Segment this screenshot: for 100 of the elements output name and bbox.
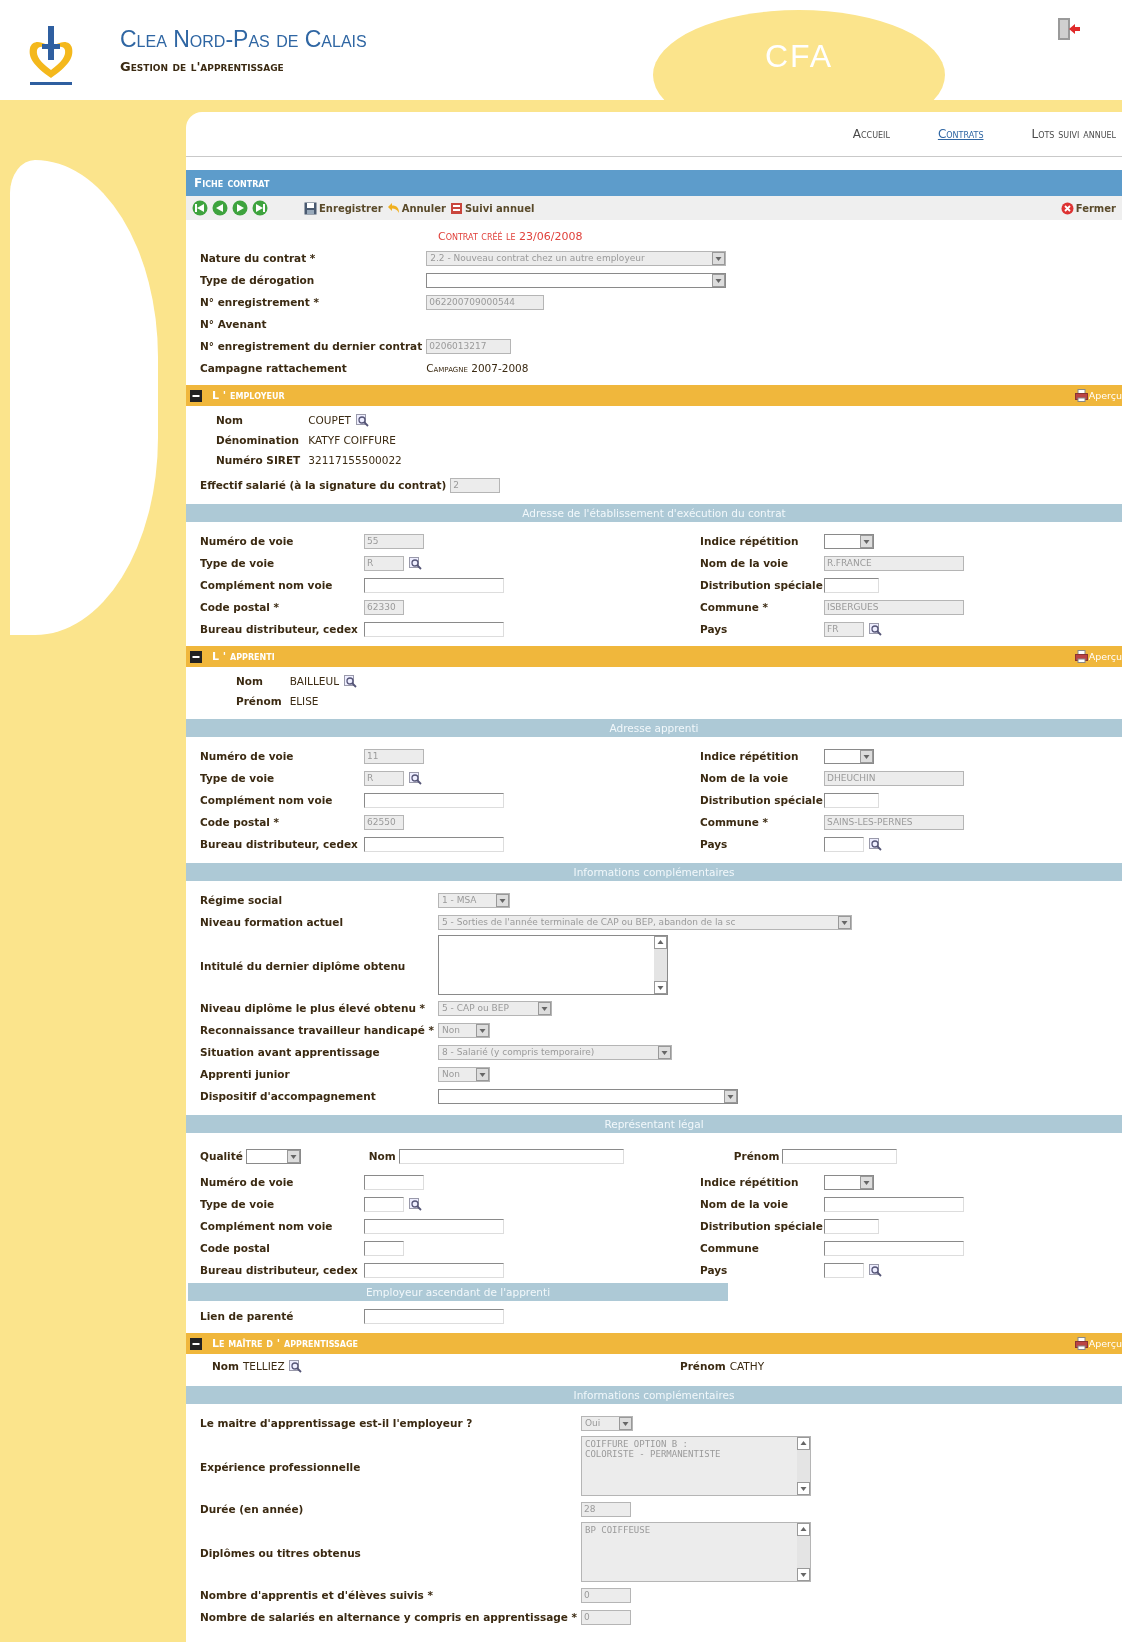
close-button[interactable]: Fermer xyxy=(1060,201,1116,215)
field-label: Type de voie xyxy=(200,772,275,784)
field-label: Distribution spéciale xyxy=(700,794,823,806)
dropdown[interactable] xyxy=(438,1088,739,1104)
caret-icon xyxy=(619,1416,633,1430)
input-field[interactable] xyxy=(364,836,504,852)
subsection-header: Informations complémentaires xyxy=(186,863,1122,881)
dropdown[interactable] xyxy=(824,533,874,549)
field-label: Durée (en année) xyxy=(200,1503,304,1515)
field-label: Numéro de voie xyxy=(200,535,294,547)
search-icon[interactable] xyxy=(288,1359,302,1373)
input-field[interactable] xyxy=(364,1174,424,1190)
dropdown[interactable] xyxy=(824,748,874,764)
printer-icon xyxy=(1074,650,1088,663)
input-field[interactable] xyxy=(824,1218,879,1234)
dropdown[interactable] xyxy=(824,1174,874,1190)
field-label: Le maitre d'apprentissage est-il l'employeur ? xyxy=(200,1417,473,1429)
field-value: KATYF COIFFURE xyxy=(308,434,396,446)
field-label: Régime social xyxy=(200,894,282,906)
field-label: Intitulé du dernier diplôme obtenu xyxy=(200,960,406,974)
search-icon[interactable] xyxy=(355,413,369,427)
input-field[interactable] xyxy=(364,577,504,593)
input-field[interactable] xyxy=(364,1262,504,1278)
input-field[interactable] xyxy=(782,1148,898,1164)
skip-forward-icon[interactable] xyxy=(252,200,268,216)
field-value: CATHY xyxy=(729,1360,765,1372)
field-value: Campagne 2007-2008 xyxy=(426,362,529,374)
printer-icon xyxy=(1074,1337,1088,1350)
skip-back-icon[interactable] xyxy=(192,200,208,216)
nav-link[interactable]: Contrats xyxy=(937,127,984,141)
caret-icon xyxy=(476,1067,490,1081)
search-icon[interactable] xyxy=(409,1197,422,1211)
input-field[interactable] xyxy=(824,1262,864,1278)
input-field[interactable] xyxy=(398,1148,624,1164)
caret-icon xyxy=(724,1089,738,1103)
field-label: Bureau distributeur, cedex xyxy=(200,838,358,850)
caret-icon xyxy=(712,273,726,287)
input-field[interactable] xyxy=(364,1218,504,1234)
caret-icon xyxy=(860,534,873,548)
back-icon[interactable] xyxy=(212,200,228,216)
undo-arrow-icon xyxy=(386,201,400,215)
preview-button[interactable]: Aperçu xyxy=(1074,1337,1122,1350)
input-field[interactable] xyxy=(364,1196,404,1212)
field-label: Type de voie xyxy=(200,557,275,569)
search-icon[interactable] xyxy=(869,1263,882,1277)
field-label: Distribution spéciale xyxy=(700,1220,823,1232)
toolbar-button[interactable]: Enregistrer xyxy=(304,201,383,215)
field-label: Indice répétition xyxy=(700,1176,799,1188)
nav-link[interactable]: Lots suivi annuel xyxy=(1031,127,1116,141)
input-field[interactable] xyxy=(364,1308,504,1324)
field-label: Nombre de salariés en alternance y compris en apprentissage * xyxy=(200,1611,578,1623)
scrollbar[interactable] xyxy=(654,936,668,994)
field-label: Numéro SIRET xyxy=(216,454,301,466)
field-label: Pays xyxy=(700,623,728,635)
field-value: ELISE xyxy=(289,695,319,707)
caret-icon xyxy=(712,251,726,265)
input-field[interactable] xyxy=(824,577,879,593)
input-field[interactable] xyxy=(364,621,504,637)
dropdown[interactable] xyxy=(426,272,727,288)
dropdown[interactable] xyxy=(245,1148,301,1164)
input-field[interactable] xyxy=(824,792,879,808)
toolbar-button[interactable]: Suivi annuel xyxy=(449,201,535,215)
section-title: Le maître d ' apprentissage xyxy=(212,1337,359,1350)
input-field[interactable] xyxy=(364,792,504,808)
field-label: Type de voie xyxy=(200,1198,275,1210)
input-field[interactable] xyxy=(824,836,864,852)
field-label: Apprenti junior xyxy=(200,1068,290,1080)
field-label: Nature du contrat * xyxy=(200,252,316,264)
subsection-header: Adresse de l'établissement d'exécution du contrat xyxy=(186,504,1122,522)
field-label: Commune * xyxy=(700,816,769,828)
field-label: Reconnaissance travailleur handicapé * xyxy=(200,1024,435,1036)
caret-icon xyxy=(286,1149,300,1163)
forward-icon[interactable] xyxy=(232,200,248,216)
field-label: Niveau formation actuel xyxy=(200,916,344,928)
caret-icon xyxy=(860,749,873,763)
minus-icon[interactable] xyxy=(190,650,202,663)
field-value: COUPET xyxy=(308,414,351,426)
field-value: TELLIEZ xyxy=(242,1360,285,1372)
input-field[interactable] xyxy=(824,1196,964,1212)
text-area[interactable] xyxy=(438,935,669,995)
preview-button[interactable]: Aperçu xyxy=(1074,389,1122,402)
field-label: Prénom xyxy=(733,1150,780,1162)
nav-link[interactable]: Accueil xyxy=(852,127,890,141)
field-label: Nom xyxy=(368,1150,396,1162)
field-label: Code postal * xyxy=(200,601,280,613)
creation-note: Contrat créé le 23/06/2008 xyxy=(438,230,584,243)
door-exit-icon[interactable] xyxy=(1055,16,1081,42)
minus-icon[interactable] xyxy=(190,1337,202,1350)
minus-icon[interactable] xyxy=(190,389,202,402)
input-field[interactable] xyxy=(364,1240,404,1256)
toolbar-button[interactable]: Annuler xyxy=(386,201,446,215)
close-icon xyxy=(1060,201,1074,215)
input-field[interactable] xyxy=(824,1240,964,1256)
caret-icon xyxy=(860,1175,873,1189)
search-icon[interactable] xyxy=(344,674,357,688)
preview-button[interactable]: Aperçu xyxy=(1074,650,1122,663)
field-label: Nom xyxy=(216,414,243,426)
caret-icon xyxy=(476,1023,490,1037)
search-icon[interactable] xyxy=(869,837,882,851)
caret-icon xyxy=(538,1001,552,1015)
